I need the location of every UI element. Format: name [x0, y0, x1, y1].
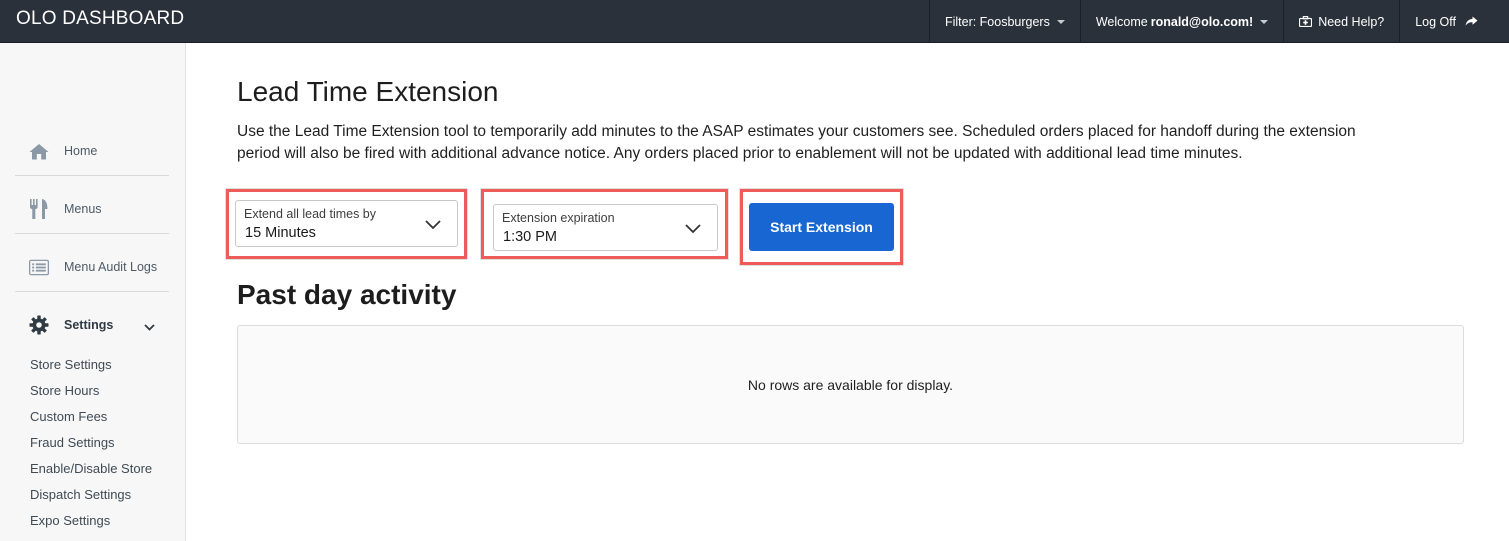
divider: [15, 291, 169, 292]
sidebar-item-label: Menus: [64, 202, 102, 216]
sidebar-subitem-store-hours[interactable]: Store Hours: [30, 383, 99, 398]
log-off-label: Log Off: [1415, 14, 1456, 29]
caret-down-icon: [1056, 20, 1065, 24]
expiration-select-value: 1:30 PM: [503, 229, 557, 245]
divider: [15, 175, 169, 176]
start-button-highlight: Start Extension: [740, 189, 903, 265]
extend-lead-time-select[interactable]: Extend all lead times by 15 Minutes: [235, 200, 458, 247]
divider: [15, 233, 169, 234]
sidebar-subitem-store-settings[interactable]: Store Settings: [30, 357, 112, 372]
home-icon: [15, 143, 49, 160]
sidebar-subitem-dispatch-settings[interactable]: Dispatch Settings: [30, 487, 131, 502]
start-extension-button[interactable]: Start Extension: [749, 203, 894, 251]
first-aid-kit-icon: [1299, 16, 1313, 27]
need-help-label: Need Help?: [1318, 14, 1385, 29]
chevron-down-icon: [425, 217, 441, 235]
activity-table: No rows are available for display.: [237, 325, 1464, 444]
top-nav-menu: Filter: Foosburgers Welcome ronald@olo.c…: [928, 0, 1509, 43]
sidebar-item-label: Home: [64, 144, 98, 158]
gear-icon: [15, 315, 49, 335]
welcome-username: ronald@olo.com!: [1150, 14, 1254, 29]
filter-dropdown[interactable]: Filter: Foosburgers: [928, 0, 1080, 43]
extend-select-highlight: Extend all lead times by 15 Minutes: [226, 189, 467, 259]
empty-state-message: No rows are available for display.: [747, 377, 954, 393]
utensils-icon: [15, 198, 49, 220]
log-off-link[interactable]: Log Off: [1399, 0, 1509, 43]
extension-expiration-select[interactable]: Extension expiration 1:30 PM: [493, 204, 718, 251]
expiration-select-label: Extension expiration: [502, 211, 615, 225]
user-menu-dropdown[interactable]: Welcome ronald@olo.com!: [1079, 0, 1283, 43]
page-description: Use the Lead Time Extension tool to temp…: [237, 123, 1356, 162]
sidebar-item-settings[interactable]: Settings: [15, 296, 169, 354]
chevron-down-icon: [144, 320, 155, 334]
extend-select-value: 15 Minutes: [245, 225, 316, 241]
filter-label: Filter: Foosburgers: [944, 14, 1050, 29]
need-help-link[interactable]: Need Help?: [1283, 0, 1399, 43]
top-navbar: OLO DASHBOARD Filter: Foosburgers Welcom…: [0, 0, 1509, 43]
sidebar-subitem-custom-fees[interactable]: Custom Fees: [30, 409, 107, 424]
chevron-down-icon: [685, 221, 701, 239]
caret-down-icon: [1260, 20, 1269, 24]
page-title: Lead Time Extension: [237, 76, 499, 107]
sidebar-item-home[interactable]: Home: [15, 122, 169, 180]
sidebar-subitem-enable-disable-store[interactable]: Enable/Disable Store: [30, 461, 152, 476]
sidebar: Home Menus Menu Audit Logs Settings Stor…: [0, 43, 186, 541]
sidebar-subitem-expo-settings[interactable]: Expo Settings: [30, 513, 110, 528]
share-arrow-icon: [1465, 16, 1478, 27]
activity-title: Past day activity: [237, 279, 457, 310]
extend-select-label: Extend all lead times by: [244, 207, 377, 221]
expiration-select-highlight: Extension expiration 1:30 PM: [481, 189, 728, 259]
sidebar-item-menu-audit-logs[interactable]: Menu Audit Logs: [15, 238, 169, 296]
list-icon: [15, 259, 49, 276]
sidebar-item-menus[interactable]: Menus: [15, 180, 169, 238]
sidebar-item-label: Settings: [64, 318, 114, 332]
sidebar-subitem-fraud-settings[interactable]: Fraud Settings: [30, 435, 115, 450]
brand-logo-text[interactable]: OLO DASHBOARD: [16, 8, 184, 30]
welcome-text: Welcome: [1095, 14, 1148, 29]
sidebar-item-label: Menu Audit Logs: [64, 260, 158, 274]
